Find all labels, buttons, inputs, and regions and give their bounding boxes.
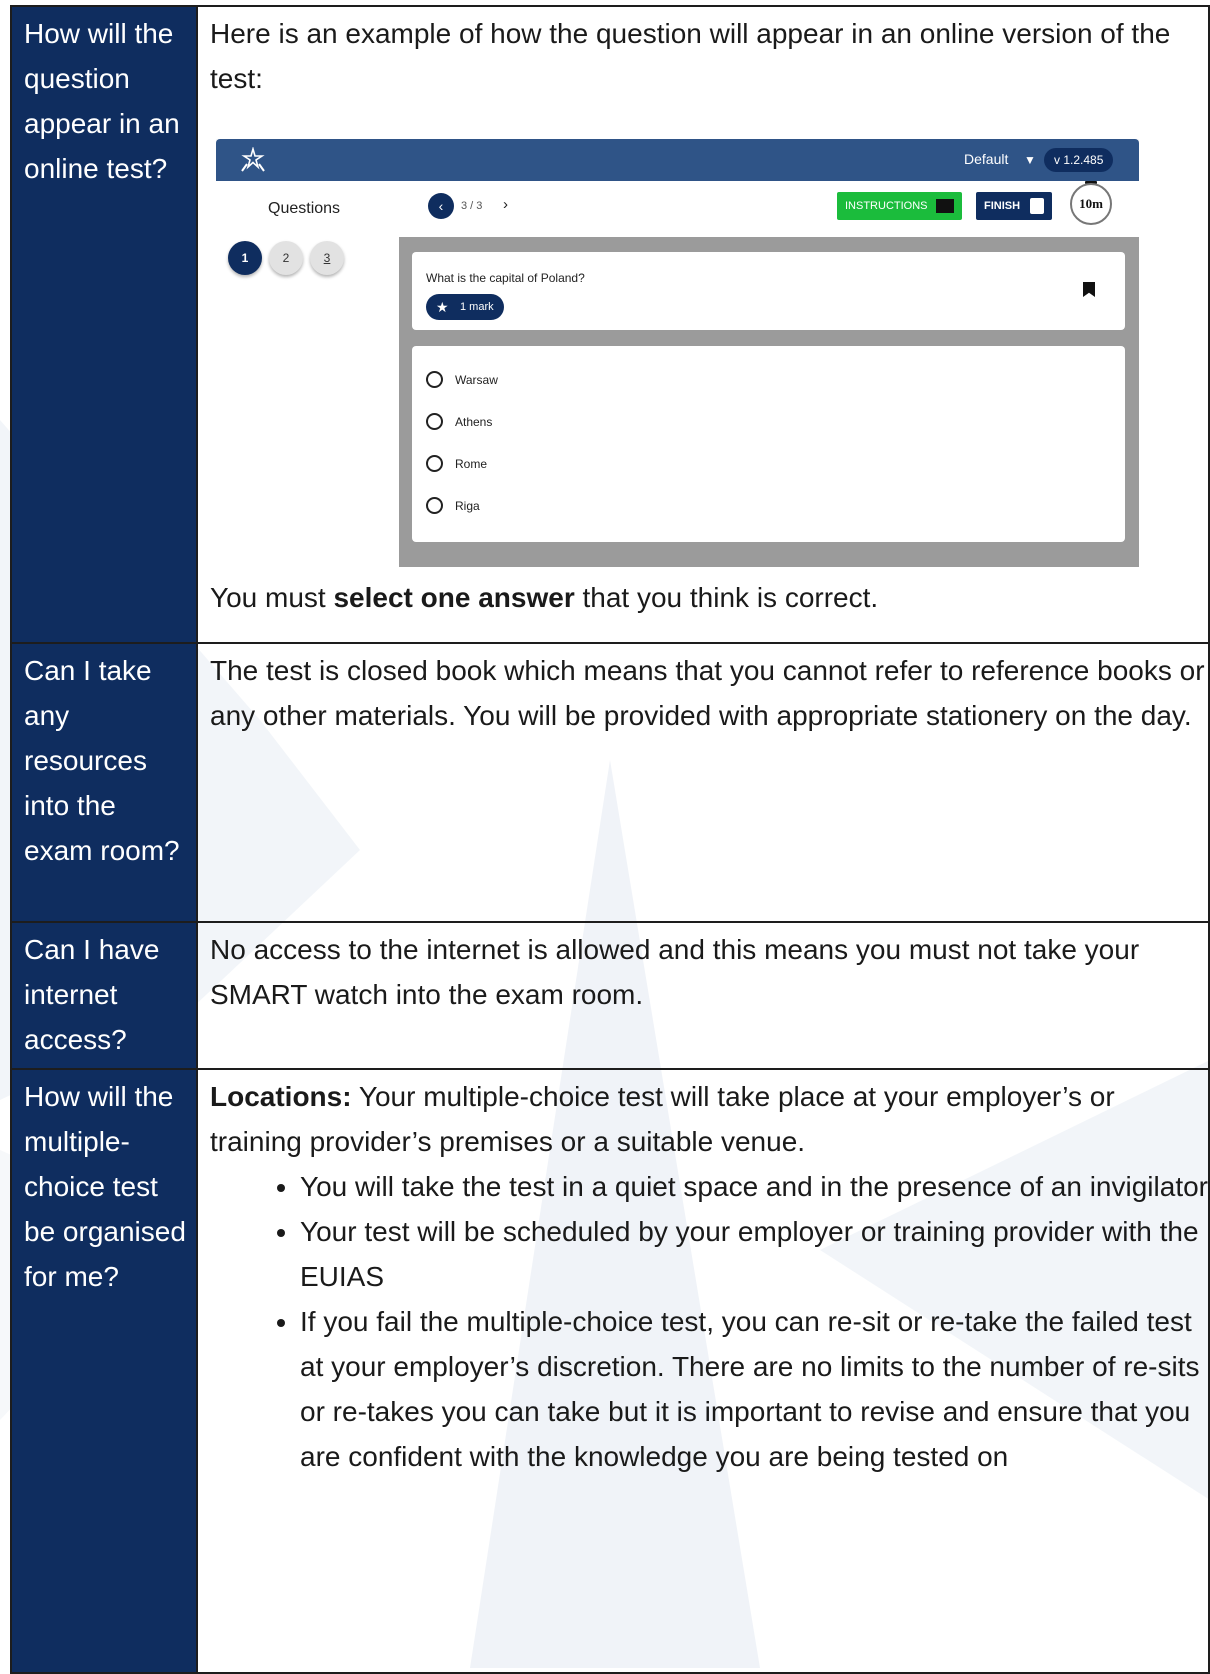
finish-label: FINISH [984,200,1021,212]
answer-options-card: Warsaw Athens Rome Riga [412,346,1125,542]
outro-emphasis: select one answer [333,582,575,613]
locations-paragraph: Locations: Your multiple-choice test wil… [210,1074,1208,1164]
question-pill-1[interactable]: 1 [228,241,262,275]
table-row: How will the multiple-choice test be org… [10,1068,1210,1674]
table-row: How will the question appear in an onlin… [10,5,1210,644]
list-item: If you fail the multiple-choice test, yo… [300,1299,1208,1479]
answer-option[interactable]: Warsaw [426,368,498,392]
faq-table: How will the question appear in an onlin… [10,5,1210,1674]
version-badge: v 1.2.485 [1044,148,1114,172]
answer-cell: Locations: Your multiple-choice test wil… [196,1068,1210,1674]
list-item: You will take the test in a quiet space … [300,1164,1208,1209]
option-label: Riga [455,499,480,513]
question-cell: How will the multiple-choice test be org… [10,1068,198,1674]
question-text: What is the capital of Poland? [426,271,585,285]
arrangements-list: You will take the test in a quiet space … [210,1164,1208,1479]
option-label: Athens [455,415,493,429]
app-header-bar: Default ▼ v 1.2.485 [216,139,1139,181]
option-label: Warsaw [455,373,498,387]
chevron-down-icon[interactable]: ▼ [1024,152,1036,168]
question-pill-2[interactable]: 2 [269,241,303,275]
question-card: What is the capital of Poland? ★ 1 mark [412,252,1125,330]
bookmark-icon[interactable] [1083,282,1095,297]
finish-button[interactable]: FINISH [976,192,1053,220]
clipboard-check-icon [1030,198,1045,214]
app-body: Questions 1 2 3 ‹ 3 / 3 › INSTRUCTIONS F… [216,181,1139,567]
answer-cell: The test is closed book which means that… [196,642,1210,923]
outro-text: You must [210,582,334,613]
question-cell: Can I have internet access? [10,921,198,1070]
countdown-timer: 10m [1070,183,1112,225]
profile-dropdown[interactable]: Default [964,150,1008,168]
question-cell: Can I take any resources into the exam r… [10,642,198,923]
online-test-screenshot: Default ▼ v 1.2.485 Questions 1 2 3 ‹ 3 … [216,139,1139,567]
radio-button[interactable] [426,455,443,473]
book-icon [935,199,954,213]
next-question-button[interactable]: › [503,195,508,215]
table-row: Can I take any resources into the exam r… [10,642,1210,923]
answer-cell: Here is an example of how the question w… [196,5,1210,644]
answer-option[interactable]: Athens [426,410,492,434]
table-row: Can I have internet access? No access to… [10,921,1210,1070]
question-area: What is the capital of Poland? ★ 1 mark … [399,237,1139,567]
star-icon: ★ [436,299,449,315]
previous-question-button[interactable]: ‹ [428,193,454,219]
star-logo-icon [241,147,265,172]
answer-outro: You must select one answer that you thin… [210,575,1208,620]
mark-badge: ★ 1 mark [426,294,504,320]
question-pill-3[interactable]: 3 [310,241,344,275]
question-counter: 3 / 3 [461,200,483,212]
answer-intro: Here is an example of how the question w… [210,18,1171,94]
locations-label: Locations: [210,1081,352,1112]
mark-label: 1 mark [460,301,494,313]
radio-button[interactable] [426,371,443,389]
radio-button[interactable] [426,497,443,515]
list-item: Your test will be scheduled by your empl… [300,1209,1208,1299]
question-cell: How will the question appear in an onlin… [10,5,198,644]
outro-text-end: that you think is correct. [574,582,879,613]
answer-option[interactable]: Rome [426,452,487,476]
instructions-label: INSTRUCTIONS [845,200,928,212]
option-label: Rome [455,457,488,471]
instructions-button[interactable]: INSTRUCTIONS [837,192,962,220]
answer-cell: No access to the internet is allowed and… [196,921,1210,1070]
radio-button[interactable] [426,413,443,431]
answer-option[interactable]: Riga [426,494,480,518]
questions-heading: Questions [268,200,341,217]
